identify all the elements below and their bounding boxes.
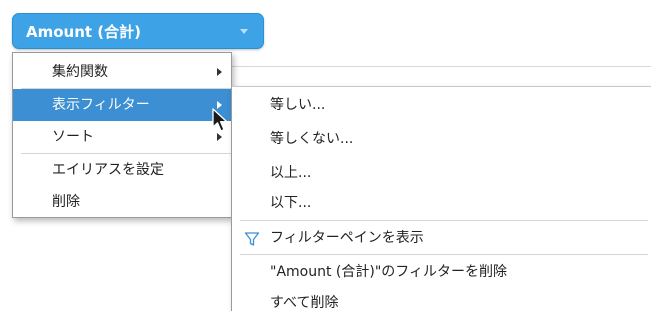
- submenu-item-remove-amount-filter[interactable]: "Amount (合計)"のフィルターを削除: [270, 256, 507, 288]
- menu-item-label: 表示フィルター: [52, 97, 150, 113]
- menu-separator: [240, 220, 648, 221]
- submenu-item-remove-all[interactable]: すべて削除: [270, 287, 338, 311]
- mouse-cursor-icon: [212, 108, 228, 132]
- submenu-item-label: フィルターペインを表示: [270, 230, 424, 246]
- menu-item-label: エイリアスを設定: [52, 162, 164, 178]
- chevron-right-icon: [217, 68, 222, 76]
- measure-field-button[interactable]: Amount (合計): [12, 13, 264, 49]
- menu-item-label: 集約関数: [52, 64, 108, 80]
- submenu-item-greater-equal[interactable]: 以上...: [270, 157, 311, 189]
- menu-item-aggregate[interactable]: 集約関数: [13, 56, 231, 88]
- menu-item-sort[interactable]: ソート: [13, 121, 231, 153]
- filter-submenu: 等しい... 等しくない... 以上... 以下... フィルターペインを表示 …: [231, 86, 651, 311]
- pivot-field-context: Amount (合計) 集約関数 表示フィルター ソート エイリアスを設定 削除…: [0, 0, 651, 311]
- submenu-item-label: 等しい...: [270, 97, 326, 113]
- divider: [231, 66, 651, 67]
- submenu-item-label: すべて削除: [270, 295, 339, 311]
- submenu-item-label: "Amount (合計)"のフィルターを削除: [270, 264, 507, 280]
- submenu-item-equals[interactable]: 等しい...: [270, 89, 325, 121]
- submenu-item-label: 以下...: [270, 195, 312, 211]
- submenu-item-label: 等しくない...: [270, 131, 354, 147]
- filter-icon: [244, 232, 260, 246]
- menu-item-delete[interactable]: 削除: [13, 186, 231, 218]
- menu-item-label: ソート: [52, 129, 94, 145]
- menu-item-label: 削除: [52, 194, 80, 210]
- menu-item-set-alias[interactable]: エイリアスを設定: [13, 154, 231, 186]
- menu-separator: [240, 254, 648, 255]
- submenu-item-not-equals[interactable]: 等しくない...: [270, 123, 353, 155]
- chevron-down-icon[interactable]: [240, 29, 248, 34]
- submenu-item-label: 以上...: [270, 165, 312, 181]
- submenu-item-show-filter-pane[interactable]: フィルターペインを表示: [270, 222, 424, 254]
- chevron-right-icon: [217, 133, 222, 141]
- menu-item-display-filter[interactable]: 表示フィルター: [13, 89, 231, 121]
- context-menu: 集約関数 表示フィルター ソート エイリアスを設定 削除: [12, 52, 232, 218]
- measure-field-label: Amount (合計): [26, 22, 142, 41]
- submenu-item-less-equal[interactable]: 以下...: [270, 187, 311, 219]
